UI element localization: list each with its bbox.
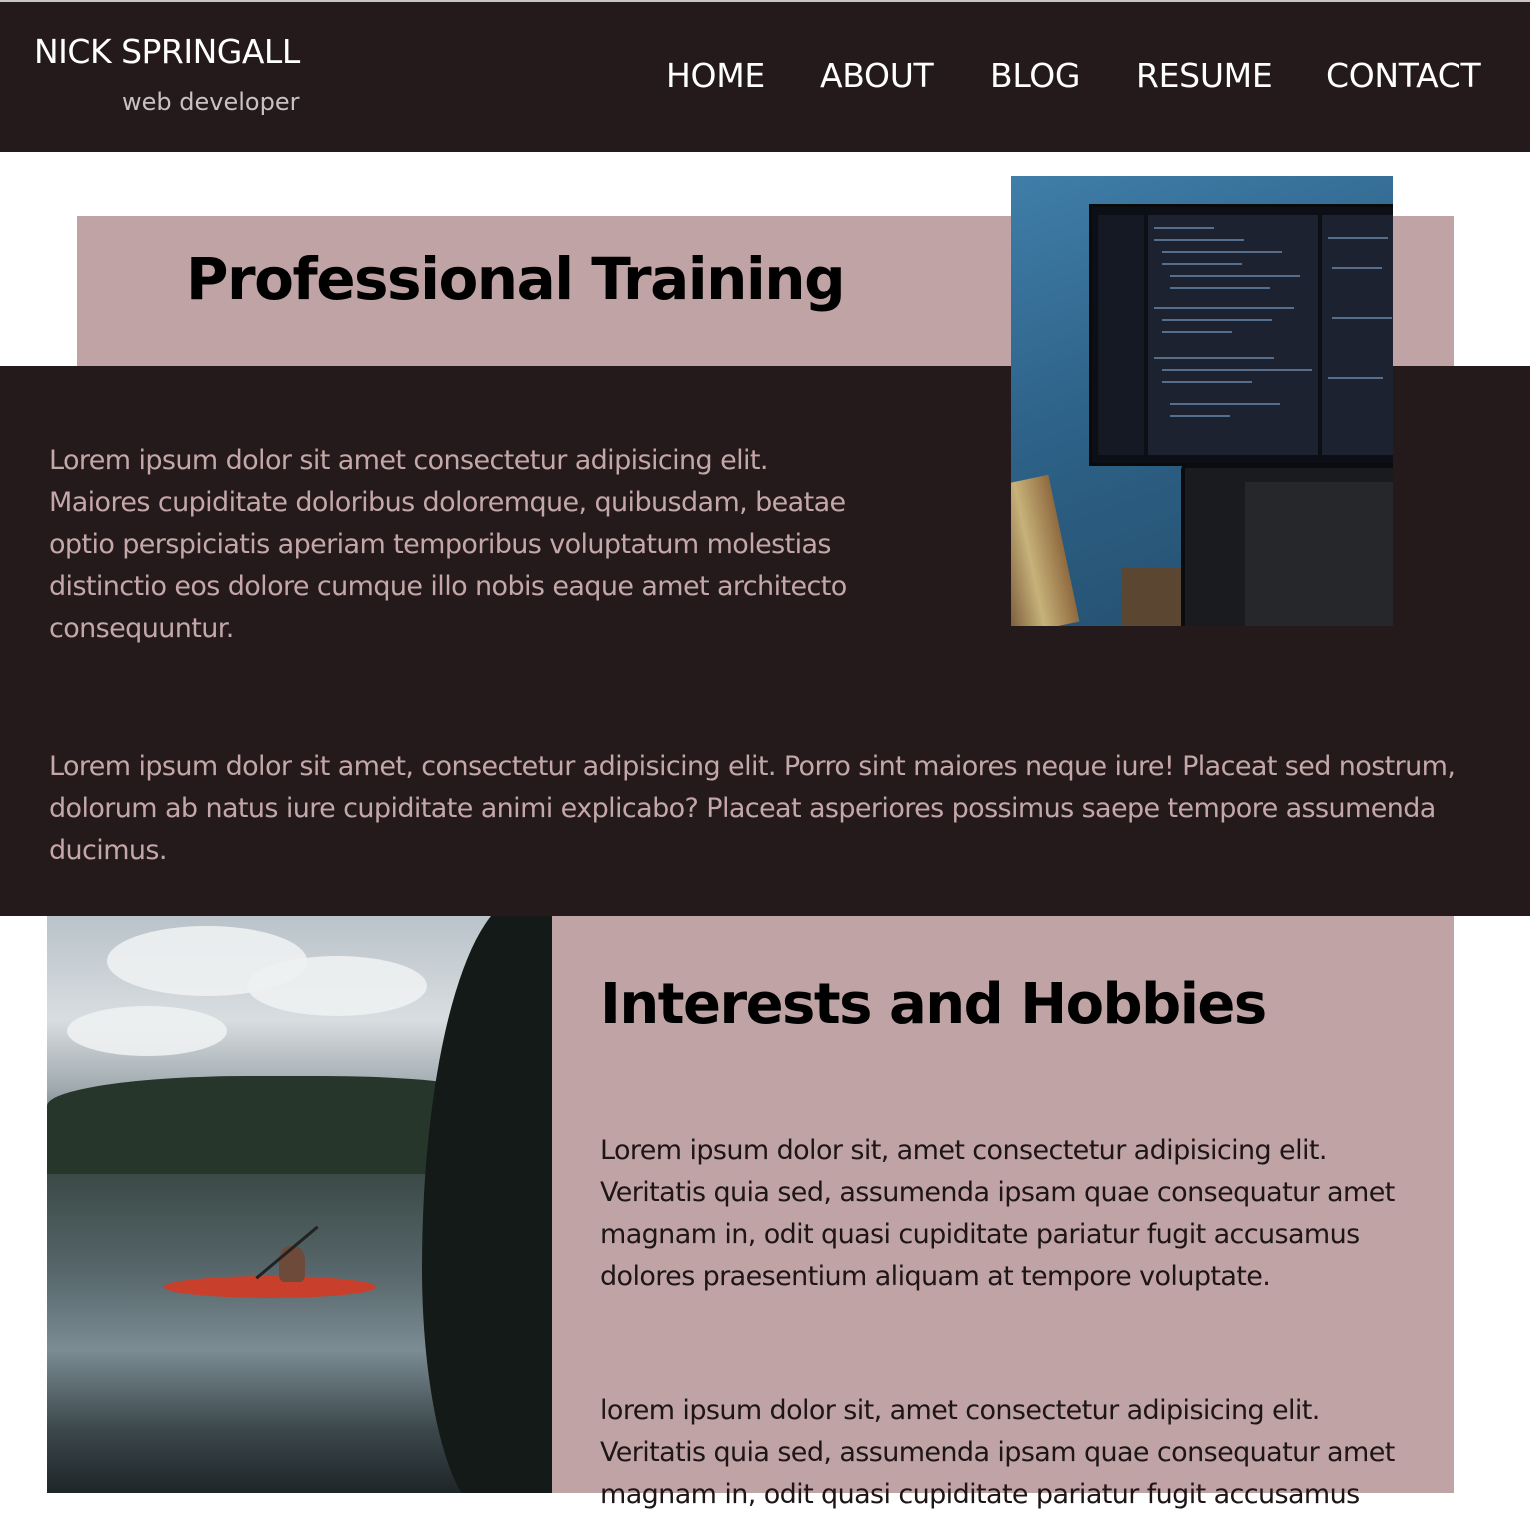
site-header: NICK SPRINGALL web developer HOME ABOUT …	[0, 0, 1530, 152]
nav-resume[interactable]: RESUME	[1136, 56, 1273, 95]
code-line	[1170, 275, 1300, 277]
kayak-lake-image	[47, 916, 552, 1493]
image-monitor-sidebar	[1098, 215, 1144, 455]
code-line	[1170, 403, 1280, 405]
code-line	[1162, 369, 1312, 371]
code-line	[1162, 251, 1282, 253]
code-line	[1162, 319, 1272, 321]
image-kayaker	[279, 1246, 305, 1282]
hobbies-title: Interests and Hobbies	[600, 972, 1267, 1037]
code-line	[1162, 263, 1242, 265]
nav-blog[interactable]: BLOG	[990, 56, 1081, 95]
hobbies-paragraph-1: Lorem ipsum dolor sit, amet consectetur …	[600, 1135, 1395, 1292]
brand-name[interactable]: NICK SPRINGALL	[34, 32, 300, 71]
code-line	[1154, 307, 1294, 309]
image-book	[1011, 474, 1080, 626]
image-laptop	[1181, 464, 1393, 626]
image-foreground-tree	[422, 916, 552, 1493]
image-monitor-editor-2	[1322, 215, 1393, 455]
hobbies-paragraph-2: lorem ipsum dolor sit, amet consectetur …	[600, 1395, 1395, 1510]
nav-about[interactable]: ABOUT	[820, 56, 934, 95]
image-kayak	[164, 1276, 376, 1298]
image-cloud	[247, 956, 427, 1016]
nav-contact[interactable]: CONTACT	[1326, 56, 1481, 95]
code-line	[1162, 331, 1232, 333]
code-line	[1162, 381, 1252, 383]
code-line	[1154, 239, 1244, 241]
image-laptop-document	[1245, 482, 1393, 626]
training-paragraph-1: Lorem ipsum dolor sit amet consectetur a…	[49, 445, 847, 644]
training-paragraph-2: Lorem ipsum dolor sit amet, consectetur …	[49, 751, 1456, 866]
code-line	[1170, 415, 1230, 417]
image-cloud	[67, 1006, 227, 1056]
code-line	[1332, 267, 1382, 269]
code-line	[1332, 317, 1392, 319]
nav-home[interactable]: HOME	[666, 56, 765, 95]
brand-tagline: web developer	[122, 88, 300, 116]
code-line	[1170, 287, 1270, 289]
code-line	[1154, 227, 1214, 229]
code-line	[1328, 377, 1383, 379]
code-line	[1328, 237, 1388, 239]
code-line	[1154, 357, 1274, 359]
image-monitor	[1089, 204, 1393, 466]
training-title: Professional Training	[186, 245, 846, 313]
code-workspace-image	[1011, 176, 1393, 626]
